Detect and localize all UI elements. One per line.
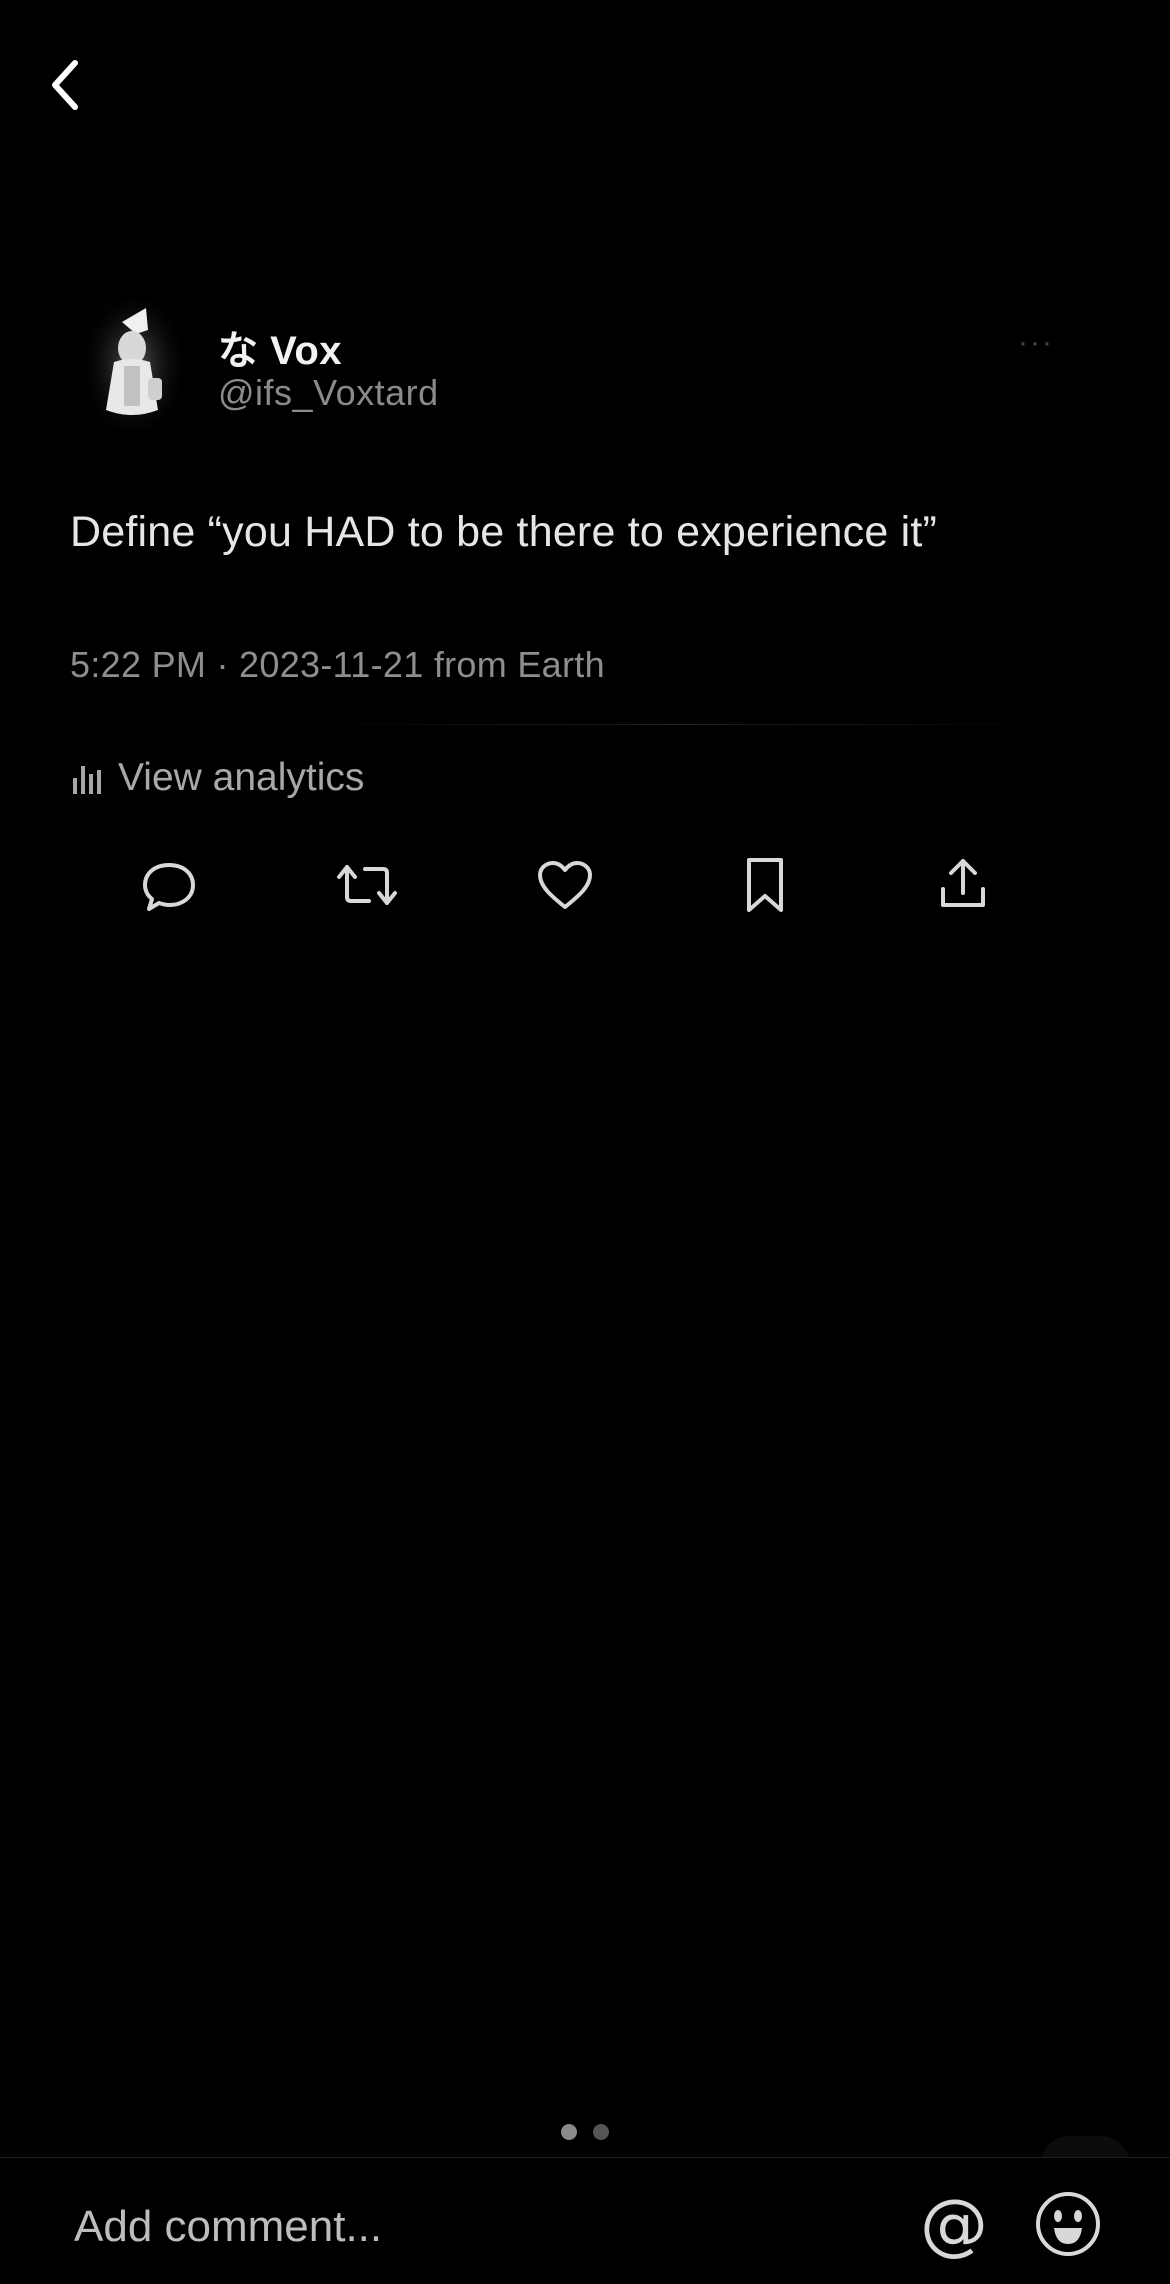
more-options-button[interactable]: ··· <box>1018 326 1054 360</box>
post-text: Define “you HAD to be there to experienc… <box>70 508 938 556</box>
display-name[interactable]: な Vox <box>218 318 342 376</box>
retweet-icon <box>337 865 397 905</box>
post-timestamp: 5:22 PM · 2023-11-21 from Earth <box>70 644 605 685</box>
action-bar <box>0 850 1170 920</box>
bookmark-icon <box>747 858 783 912</box>
repost-button[interactable] <box>332 850 402 920</box>
page-dot-active[interactable] <box>561 2124 577 2140</box>
page-dot[interactable] <box>593 2124 609 2140</box>
share-button[interactable] <box>928 850 998 920</box>
like-button[interactable] <box>530 850 600 920</box>
emoji-face-icon <box>1036 2192 1100 2256</box>
like-icon <box>538 861 592 909</box>
divider <box>300 724 1060 725</box>
emoji-button[interactable] <box>1034 2190 1102 2258</box>
analytics-bar-icon <box>73 766 101 794</box>
analytics-label: View analytics <box>118 756 365 799</box>
post-card: な Vox @ifs_Voxtard ··· Define “you HAD t… <box>0 0 1170 950</box>
avatar[interactable] <box>88 300 180 430</box>
bookmark-button[interactable] <box>730 850 800 920</box>
share-icon <box>941 859 985 907</box>
reply-button[interactable] <box>134 850 204 920</box>
mention-button[interactable]: @ <box>918 2185 990 2264</box>
page-indicator <box>0 2124 1170 2140</box>
comment-input[interactable] <box>74 2202 834 2252</box>
user-handle[interactable]: @ifs_Voxtard <box>218 372 439 414</box>
comment-bar: @ <box>0 2157 1170 2284</box>
view-analytics-link[interactable]: View analytics <box>70 756 364 800</box>
reply-icon <box>143 863 195 911</box>
avatar-figure-icon <box>88 300 180 430</box>
